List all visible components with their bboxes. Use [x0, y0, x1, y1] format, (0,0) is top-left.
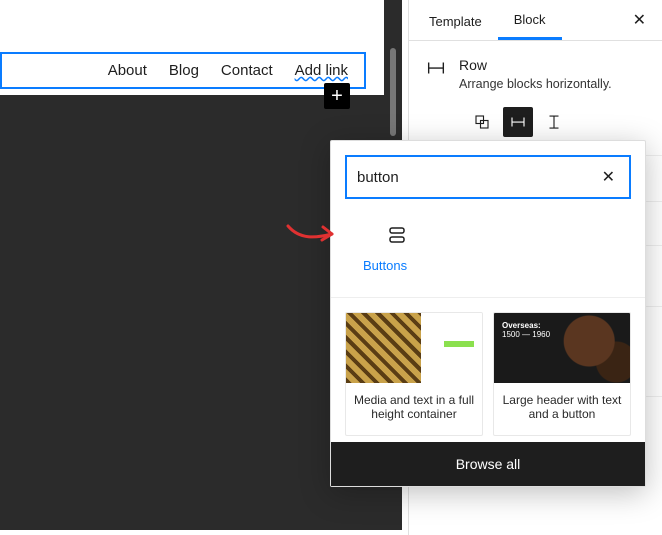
- annotation-arrow: [286, 218, 338, 250]
- pattern-results: Media and text in a full height containe…: [331, 297, 645, 442]
- clear-search-button[interactable]: ✕: [598, 167, 619, 187]
- row-icon: [425, 57, 447, 79]
- nav-link-blog[interactable]: Blog: [169, 62, 199, 79]
- block-inserter-popover: ✕ Buttons Media and text in a full heigh…: [330, 140, 646, 487]
- block-search: ✕: [345, 155, 631, 199]
- pattern-caption-2: Large header with text and a button: [494, 383, 630, 435]
- buttons-block-label: Buttons: [363, 258, 407, 273]
- variation-row-icon[interactable]: [503, 107, 533, 137]
- browse-all-button[interactable]: Browse all: [331, 442, 645, 486]
- scrollbar-vertical[interactable]: [390, 48, 396, 136]
- search-results: Buttons: [331, 207, 645, 297]
- nav-link-contact[interactable]: Contact: [221, 62, 273, 79]
- pattern-caption-1: Media and text in a full height containe…: [346, 383, 482, 435]
- row-block-selected[interactable]: About Blog Contact Add link +: [0, 52, 366, 89]
- pattern-card-2[interactable]: Overseas: 1500 — 1960 Large header with …: [493, 312, 631, 436]
- variation-stack-icon[interactable]: [539, 107, 569, 137]
- pattern-preview-2: Overseas: 1500 — 1960: [494, 313, 630, 383]
- pattern-preview-1: [346, 313, 482, 383]
- block-info: Row Arrange blocks horizontally.: [409, 41, 662, 97]
- block-description: Arrange blocks horizontally.: [459, 77, 612, 91]
- page-preview: About Blog Contact Add link +: [0, 0, 384, 95]
- buttons-block-result[interactable]: [371, 223, 423, 250]
- pattern2-title: Overseas:: [502, 321, 622, 330]
- close-icon: ✕: [633, 12, 646, 29]
- buttons-icon: [385, 223, 409, 247]
- pattern2-sub: 1500 — 1960: [502, 330, 622, 339]
- close-icon: ✕: [602, 169, 615, 186]
- tab-block[interactable]: Block: [498, 0, 562, 40]
- nav-link-about[interactable]: About: [108, 62, 147, 79]
- add-block-button[interactable]: +: [324, 83, 350, 109]
- block-title: Row: [459, 57, 612, 73]
- plus-icon: +: [331, 85, 343, 108]
- block-search-input[interactable]: [357, 169, 598, 186]
- tab-template[interactable]: Template: [413, 2, 498, 39]
- close-sidebar-button[interactable]: ✕: [621, 2, 658, 38]
- layout-variation-icons: [409, 97, 662, 137]
- nav-add-link[interactable]: Add link: [295, 62, 348, 79]
- variation-group-icon[interactable]: [467, 107, 497, 137]
- sidebar-tabs: Template Block ✕: [409, 0, 662, 41]
- pattern-card-1[interactable]: Media and text in a full height containe…: [345, 312, 483, 436]
